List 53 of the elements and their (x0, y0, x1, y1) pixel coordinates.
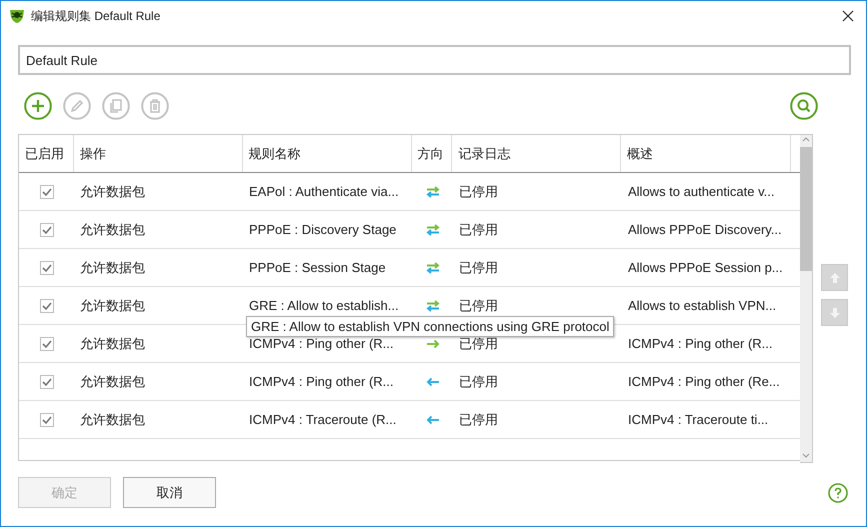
table-cell: ICMPv4 : Ping other (Re... (628, 374, 780, 389)
column-header[interactable]: 概述 (621, 135, 792, 172)
table-cell: PPPoE : Session Stage (249, 260, 386, 275)
column-header[interactable]: 已启用 (19, 135, 74, 172)
table-cell: ICMPv4 : Ping other (R... (628, 336, 772, 351)
table-cell: 已停用 (459, 372, 498, 390)
checkbox[interactable] (40, 412, 54, 426)
table-cell: 已停用 (459, 410, 498, 428)
table-cell: 已停用 (459, 182, 498, 200)
checkbox[interactable] (40, 260, 54, 274)
checkbox[interactable] (40, 374, 54, 388)
table-cell: 允许数据包 (80, 410, 145, 428)
table-cell: PPPoE : Discovery Stage (249, 222, 396, 237)
checkbox[interactable] (40, 298, 54, 312)
help-icon[interactable] (828, 482, 848, 502)
search-icon[interactable] (790, 92, 818, 120)
tooltip: GRE : Allow to establish VPN connections using GRE protocol (246, 316, 614, 337)
table-cell: 允许数据包 (80, 258, 145, 276)
window-title: 编辑规则集 Default Rule (31, 8, 162, 24)
table-cell: 允许数据包 (80, 182, 145, 200)
column-header[interactable]: 记录日志 (452, 135, 622, 172)
column-header[interactable]: 操作 (74, 135, 243, 172)
scrollbar[interactable] (800, 134, 813, 463)
table-cell: Allows to authenticate v... (628, 184, 774, 199)
table-cell: GRE : Allow to establish... (249, 298, 399, 313)
checkbox[interactable] (40, 222, 54, 236)
checkbox[interactable] (40, 184, 54, 198)
checkbox[interactable] (40, 336, 54, 350)
name-field[interactable]: Default Rule (18, 45, 851, 75)
table-cell: EAPol : Authenticate via... (249, 184, 399, 199)
table-cell: ICMPv4 : Ping other (R... (249, 374, 394, 389)
table-cell: Allows PPPoE Discovery... (628, 222, 782, 237)
table-cell: ICMPv4 : Traceroute (R... (249, 412, 396, 427)
table-cell: ICMPv4 : Traceroute ti... (628, 412, 768, 427)
table-cell: 允许数据包 (80, 220, 145, 238)
table-cell: 允许数据包 (80, 372, 145, 390)
table-cell: 已停用 (459, 258, 498, 276)
down-arrow-icon (828, 306, 840, 318)
close-icon[interactable] (842, 10, 854, 22)
dialog-button[interactable]: 取消 (123, 477, 216, 508)
add-icon[interactable] (24, 92, 52, 120)
table-cell: 允许数据包 (80, 296, 145, 314)
table-cell: 已停用 (459, 334, 498, 352)
table-cell: 允许数据包 (80, 334, 145, 352)
table-cell: Allows PPPoE Session p... (628, 260, 783, 275)
column-header[interactable]: 方向 (412, 135, 452, 172)
column-header[interactable]: 规则名称 (242, 135, 412, 172)
table-cell: 已停用 (459, 296, 498, 314)
table-cell: ICMPv4 : Ping other (R... (249, 336, 394, 351)
up-arrow-icon (828, 272, 840, 284)
table-cell: Allows to establish VPN... (628, 298, 776, 313)
shield-logo-icon (9, 8, 25, 24)
table-cell: 已停用 (459, 220, 498, 238)
